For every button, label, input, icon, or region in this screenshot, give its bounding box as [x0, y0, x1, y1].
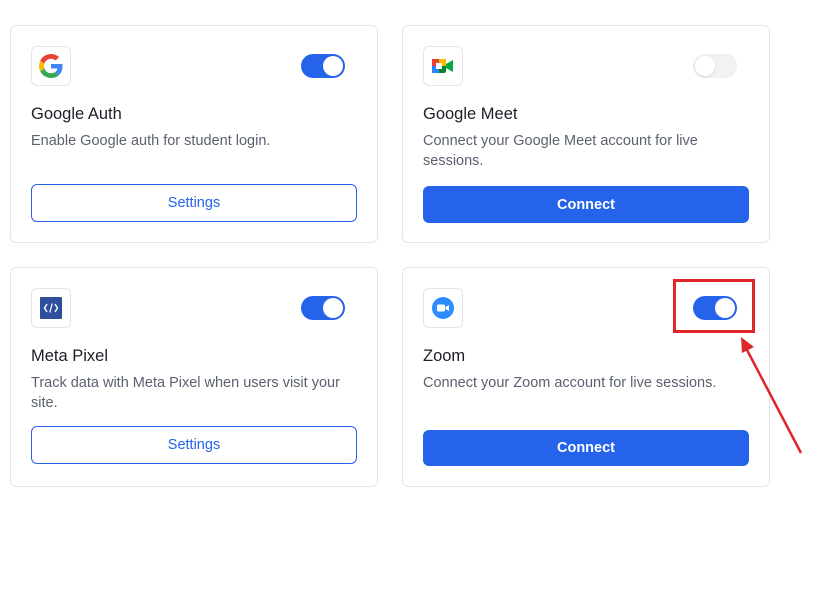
- card-title: Google Auth: [31, 105, 122, 123]
- code-icon: [31, 288, 71, 328]
- card-description: Connect your Zoom account for live sessi…: [423, 375, 717, 391]
- annotation-arrow-icon: [741, 337, 803, 454]
- card-meta-pixel: Meta Pixel Track data with Meta Pixel wh…: [10, 267, 378, 487]
- zoom-connect-button[interactable]: Connect: [423, 430, 749, 466]
- toggle-knob: [695, 56, 715, 76]
- card-google-meet: Google Meet Connect your Google Meet acc…: [402, 25, 770, 243]
- google-meet-icon: [423, 46, 463, 86]
- toggle-knob: [323, 56, 343, 76]
- card-title: Google Meet: [423, 105, 518, 123]
- google-auth-settings-button[interactable]: Settings: [31, 184, 357, 222]
- toggle-knob: [323, 298, 343, 318]
- google-auth-toggle[interactable]: [301, 54, 345, 78]
- card-description: Enable Google auth for student login.: [31, 133, 271, 149]
- google-logo-icon: [31, 46, 71, 86]
- card-description: Connect your Google Meet account for liv…: [423, 133, 698, 169]
- google-meet-toggle[interactable]: [693, 54, 737, 78]
- zoom-icon: [423, 288, 463, 328]
- meta-pixel-settings-button[interactable]: Settings: [31, 426, 357, 464]
- card-title: Zoom: [423, 347, 466, 365]
- annotation-highlight-box: [673, 279, 755, 333]
- integrations-page: Google Auth Enable Google auth for stude…: [0, 0, 817, 613]
- card-description: Track data with Meta Pixel when users vi…: [31, 375, 340, 411]
- google-meet-connect-button[interactable]: Connect: [423, 186, 749, 223]
- meta-pixel-toggle[interactable]: [301, 296, 345, 320]
- card-google-auth: Google Auth Enable Google auth for stude…: [10, 25, 378, 243]
- card-title: Meta Pixel: [31, 347, 109, 365]
